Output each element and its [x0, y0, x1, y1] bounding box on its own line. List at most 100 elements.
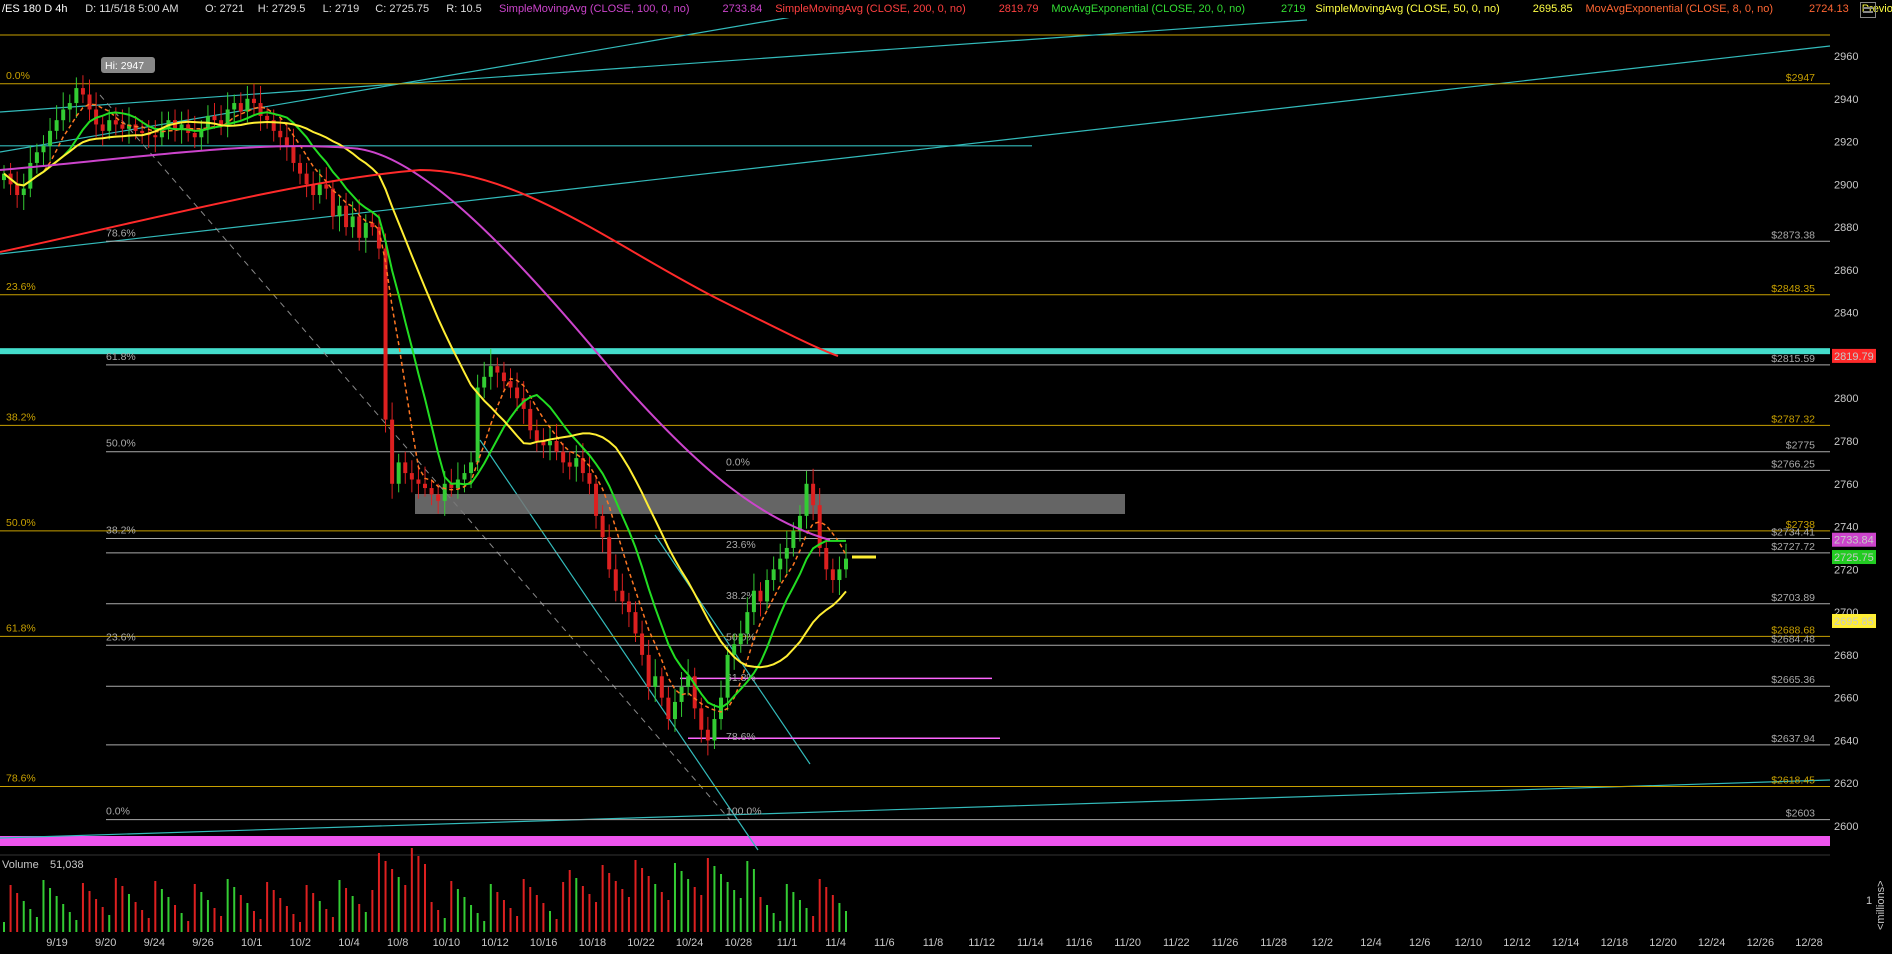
candle-body	[409, 473, 414, 480]
volume-bar	[68, 912, 71, 932]
candle-body	[324, 184, 329, 189]
x-axis-tick: 11/16	[1066, 937, 1093, 949]
candle-body	[600, 515, 605, 538]
candle-body	[791, 530, 796, 548]
volume-bar	[213, 908, 216, 932]
volume-bar	[845, 911, 847, 932]
x-axis-tick: 12/26	[1747, 937, 1775, 949]
volume-bar	[818, 879, 821, 932]
volume-bar	[746, 861, 749, 932]
volume-bar	[417, 856, 420, 932]
dashed-fib-line	[99, 94, 731, 821]
fib-percent-label: 0.0%	[726, 456, 750, 468]
candle-body	[620, 590, 625, 602]
volume-bar	[200, 892, 203, 932]
candle-body	[567, 462, 572, 467]
fib-percent-label: 78.6%	[6, 773, 36, 785]
candle-body	[732, 644, 737, 655]
candle-body	[587, 473, 592, 484]
price-chart[interactable]: 2960294029202900288028602840282028002780…	[0, 0, 1892, 954]
candle-body	[265, 115, 270, 121]
fib-level-label: $2947	[1786, 72, 1815, 84]
fib-percent-label: 100.0%	[726, 806, 762, 818]
volume-bar	[608, 873, 611, 932]
fib-percent-label: 0.0%	[106, 806, 130, 818]
candle-body	[508, 381, 513, 388]
candle-body	[469, 462, 474, 474]
study-value: 2733.84	[722, 3, 763, 15]
volume-bar	[331, 917, 334, 932]
volume-bar	[384, 861, 387, 932]
candle-body	[87, 94, 92, 110]
y-axis-tick: 2920	[1834, 137, 1858, 149]
y-axis-tick: 2660	[1834, 693, 1858, 705]
volume-bar	[456, 889, 459, 932]
volume-bar	[101, 907, 104, 932]
fib-level-label: $2637.94	[1771, 733, 1815, 745]
candle-body	[830, 569, 835, 581]
study-value: 2695.85	[1532, 3, 1573, 15]
volume-bar	[779, 921, 782, 932]
candle-body	[594, 483, 599, 516]
x-axis-tick: 11/20	[1114, 937, 1141, 949]
candle-body	[778, 558, 783, 570]
x-axis-tick: 10/1	[241, 937, 262, 949]
volume-bar	[358, 904, 361, 932]
x-axis-tick: 12/14	[1552, 937, 1580, 949]
fib-level-label: $2766.25	[1771, 458, 1815, 470]
volume-bar	[114, 878, 117, 932]
fib-percent-label: 61.8%	[6, 622, 36, 634]
y-axis-tick: 2600	[1834, 821, 1858, 833]
candle-body	[561, 451, 566, 463]
volume-bar	[134, 902, 137, 932]
volume-bar	[259, 919, 262, 932]
volume-bar	[443, 918, 446, 932]
y-axis-tick: 2840	[1834, 308, 1858, 320]
volume-bar	[391, 869, 394, 932]
volume-bar	[548, 911, 551, 932]
x-axis-tick: 9/20	[95, 937, 116, 949]
trend-line	[0, 45, 1831, 255]
y-axis-tick: 2740	[1834, 522, 1858, 534]
volume-bar	[752, 869, 755, 932]
y-axis-tick: 2960	[1834, 51, 1858, 63]
volume-bar	[575, 878, 578, 932]
candle-body	[811, 483, 816, 506]
x-axis-tick: 10/12	[481, 937, 509, 949]
low-label: L: 2719	[322, 3, 360, 15]
x-axis-tick: 10/16	[530, 937, 558, 949]
volume-bar	[673, 863, 676, 932]
candle-body	[113, 120, 118, 125]
candle-body	[574, 458, 579, 467]
candle-body	[330, 188, 335, 217]
volume-bar	[252, 911, 255, 932]
volume-bar	[647, 876, 650, 932]
volume-bar	[246, 903, 249, 932]
price-tag-label: 2695.85	[1834, 616, 1874, 628]
x-axis-tick: 11/14	[1017, 937, 1044, 949]
volume-axis-tick: 1	[1866, 895, 1872, 907]
fib-percent-label: 38.2%	[6, 411, 36, 423]
volume-bar	[9, 885, 12, 932]
volume-bar	[55, 896, 58, 932]
study-label: SimpleMovingAvg (CLOSE, 200, 0, no)	[775, 3, 966, 15]
x-axis-tick: 9/19	[46, 937, 67, 949]
candle-body	[80, 88, 85, 95]
volume-bar	[312, 893, 315, 932]
menu-icon[interactable]	[1860, 2, 1876, 18]
volume-bar	[305, 885, 308, 932]
volume-bar	[338, 880, 341, 932]
volume-bar	[16, 893, 19, 932]
candle-body	[547, 441, 552, 446]
candle-body	[725, 654, 730, 698]
volume-bar	[614, 881, 617, 932]
volume-bar	[404, 885, 407, 932]
volume-bar	[272, 890, 275, 932]
volume-bar	[397, 877, 400, 932]
volume-bar	[766, 905, 769, 932]
volume-bar	[654, 884, 657, 932]
candle-body	[824, 547, 829, 570]
y-axis-tick: 2780	[1834, 436, 1858, 448]
candle-body	[462, 473, 467, 480]
fib-level-label: $2727.72	[1771, 541, 1815, 553]
